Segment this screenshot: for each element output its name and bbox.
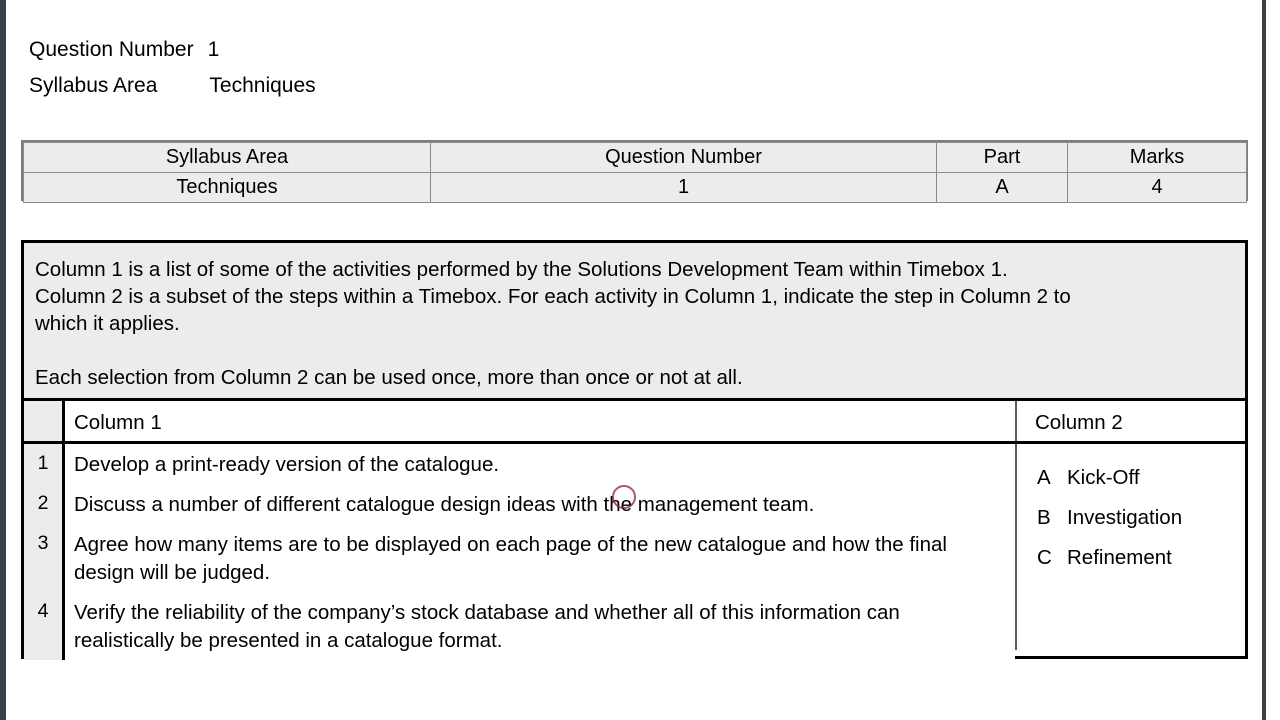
activity-row-4[interactable]: 4 Verify the reliability of the company’…	[24, 592, 1015, 660]
activity-row-2[interactable]: 2 Discuss a number of different catalogu…	[24, 484, 1015, 524]
syllabus-area-value: Techniques	[209, 74, 316, 97]
activity-text-2[interactable]: Discuss a number of different catalogue …	[65, 484, 1015, 524]
info-value-syllabus-area: Techniques	[23, 172, 431, 203]
option-c-letter: C	[1037, 546, 1052, 569]
info-value-part: A	[936, 172, 1068, 203]
option-c-label: Refinement	[1067, 546, 1172, 569]
info-header-part: Part	[936, 142, 1068, 173]
info-header-syllabus-area: Syllabus Area	[23, 142, 431, 173]
info-header-question-number: Question Number	[430, 142, 937, 173]
info-table-header-row: Syllabus Area Question Number Part Marks	[23, 142, 1247, 173]
question-number-heading: Question Number 1	[29, 38, 219, 62]
option-c[interactable]: C Refinement	[1037, 538, 1245, 578]
column2-options-list: A Kick-Off B Investigation C Refinement	[1017, 444, 1245, 650]
option-a-letter: A	[1037, 466, 1051, 489]
info-table-value-row: Techniques 1 A 4	[23, 172, 1247, 203]
info-value-marks: 4	[1067, 172, 1247, 203]
activity-number-3: 3	[24, 524, 65, 592]
columns-header-row: Column 1 Column 2	[24, 401, 1245, 444]
columns-body: 1 Develop a print-ready version of the c…	[24, 444, 1245, 660]
activity-text-3[interactable]: Agree how many items are to be displayed…	[65, 524, 1015, 592]
option-a-label: Kick-Off	[1067, 466, 1140, 489]
activity-row-3[interactable]: 3 Agree how many items are to be display…	[24, 524, 1015, 592]
column2-header: Column 2	[1017, 401, 1245, 441]
info-value-question-number: 1	[430, 172, 937, 203]
activity-number-2: 2	[24, 484, 65, 524]
syllabus-area-heading: Syllabus Area Techniques	[29, 74, 316, 98]
activity-number-1: 1	[24, 444, 65, 484]
option-b-letter: B	[1037, 506, 1051, 529]
instructions-line-4: Each selection from Column 2 can be used…	[35, 366, 743, 389]
instructions-line-1: Column 1 is a list of some of the activi…	[35, 258, 1008, 281]
option-b-label: Investigation	[1067, 506, 1183, 529]
activity-text-4[interactable]: Verify the reliability of the company’s …	[65, 592, 1015, 660]
row-number-header-cell	[24, 401, 65, 441]
question-number-value: 1	[207, 38, 220, 61]
column1-activities-list: 1 Develop a print-ready version of the c…	[24, 444, 1017, 660]
page-root: Question Number 1 Syllabus Area Techniques…	[0, 0, 1280, 720]
activity-number-4: 4	[24, 592, 65, 660]
syllabus-area-label: Syllabus Area	[29, 74, 158, 97]
instructions-line-2: Column 2 is a subset of the steps within…	[35, 285, 1071, 308]
instructions-block: Column 1 is a list of some of the activi…	[24, 243, 1245, 401]
vertical-scrollbar[interactable]	[1266, 0, 1280, 720]
window-frame-left-rail	[0, 0, 6, 720]
activity-row-1[interactable]: 1 Develop a print-ready version of the c…	[24, 444, 1015, 484]
column1-header: Column 1	[65, 401, 1017, 441]
question-number-label: Question Number	[29, 38, 194, 61]
option-a[interactable]: A Kick-Off	[1037, 458, 1245, 498]
activity-text-1[interactable]: Develop a print-ready version of the cat…	[65, 444, 1015, 484]
option-b[interactable]: B Investigation	[1037, 498, 1245, 538]
instructions-line-3: which it applies.	[35, 312, 180, 335]
question-info-table: Syllabus Area Question Number Part Marks…	[21, 140, 1248, 203]
question-panel: Column 1 is a list of some of the activi…	[21, 240, 1248, 660]
info-header-marks: Marks	[1067, 142, 1247, 173]
